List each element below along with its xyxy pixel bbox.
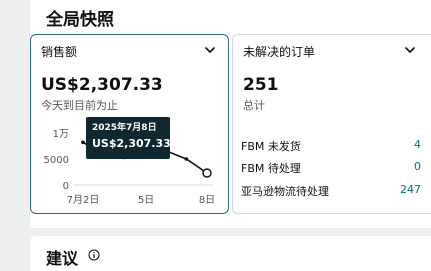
data-point[interactable] [81,140,85,145]
x-tick-label: 8日 [199,195,215,206]
orders-value: 251 [243,75,279,95]
order-row-count[interactable]: 0 [414,160,421,173]
order-row-fbm-unshipped[interactable]: FBM 未发货 4 [241,138,421,154]
selected-data-point[interactable] [202,168,212,178]
x-tick-label: 7月2日 [67,194,100,206]
y-tick-label: 0 [63,181,69,192]
recommendations-section: 建议 [30,236,431,271]
order-row-label: 亚马逊物流待处理 [241,185,329,198]
sales-value: US$2,307.33 [41,75,163,95]
x-tick-label: 5日 [138,195,154,206]
open-orders-card[interactable]: 未解决的订单 251 总计 FBM 未发货 4 FBM 待处理 0 亚马逊物流待… [232,34,431,214]
order-row-label: FBM 待处理 [241,162,301,175]
section-title: 全局快照 [46,10,114,30]
chevron-down-icon[interactable] [403,43,417,57]
sales-card-title: 销售额 [41,45,78,59]
y-tick-label: 1万 [53,129,69,140]
info-icon[interactable] [88,249,100,261]
tooltip-date: 2025年7月8日 [92,123,157,133]
chevron-down-icon[interactable] [203,43,217,57]
order-row-count[interactable]: 247 [400,183,421,196]
order-row-fba-pending[interactable]: 亚马逊物流待处理 247 [241,183,421,199]
order-row-fbm-pending[interactable]: FBM 待处理 0 [241,160,421,176]
chart-tooltip: 2025年7月8日 US$2,307.33 [86,117,171,159]
y-tick-label: 5000 [44,155,69,166]
data-point[interactable] [184,157,189,161]
orders-card-title: 未解决的订单 [243,45,316,59]
sales-subtitle: 今天到目前为止 [41,99,118,112]
orders-subtitle: 总计 [243,99,265,112]
order-row-count[interactable]: 4 [414,138,421,151]
order-row-label: FBM 未发货 [241,140,301,153]
recommendations-title: 建议 [46,249,79,268]
tooltip-value: US$2,307.33 [92,137,171,150]
